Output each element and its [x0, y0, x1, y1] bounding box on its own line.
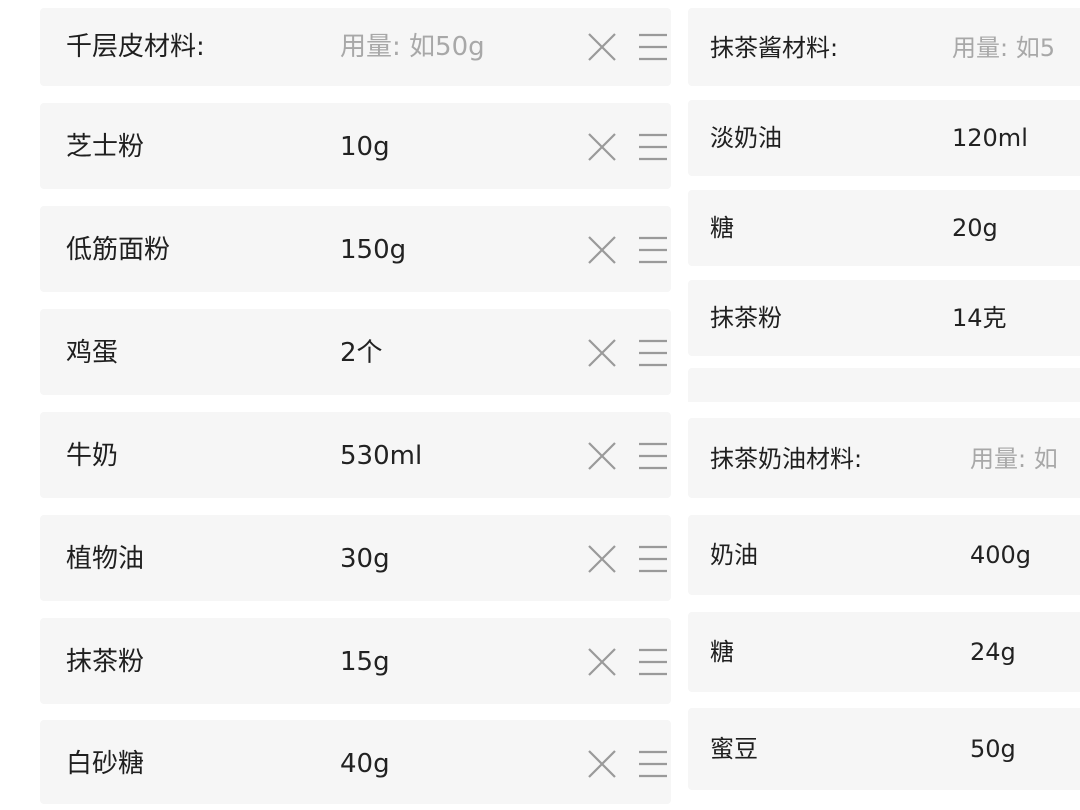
drag-handle-icon[interactable] — [637, 542, 671, 576]
quantity-input-placeholder[interactable]: 用量: 如 — [970, 447, 1058, 471]
clipped-row-background — [688, 368, 1080, 402]
ingredient-quantity-input[interactable]: 2个 — [340, 340, 383, 366]
ingredient-quantity-input[interactable]: 30g — [340, 546, 390, 572]
close-icon[interactable] — [585, 645, 619, 679]
ingredient-quantity-input[interactable]: 14克 — [952, 306, 1007, 330]
ingredient-row: 糖 20g — [688, 190, 1080, 266]
ingredient-quantity-input[interactable]: 150g — [340, 237, 406, 263]
ingredient-row: 奶油 400g — [688, 515, 1080, 595]
drag-handle-icon[interactable] — [637, 130, 671, 164]
close-icon[interactable] — [585, 439, 619, 473]
ingredient-group-header-row: 千层皮材料: 用量: 如50g — [40, 8, 671, 86]
group-name-input[interactable]: 抹茶奶油材料: — [710, 447, 862, 471]
ingredient-name-input[interactable]: 蜜豆 — [710, 737, 758, 761]
ingredient-quantity-input[interactable]: 400g — [970, 543, 1031, 567]
ingredient-quantity-input[interactable]: 40g — [340, 751, 390, 777]
right-ingredient-groups: 抹茶酱材料: 用量: 如5 淡奶油 120ml 糖 20g 抹茶粉 14克 抹茶… — [688, 0, 1080, 810]
ingredient-quantity-input[interactable]: 20g — [952, 216, 998, 240]
ingredient-row: 芝士粉 10g — [40, 103, 671, 189]
ingredient-row: 鸡蛋 2个 — [40, 309, 671, 395]
ingredient-row: 糖 24g — [688, 612, 1080, 692]
ingredient-group-header-row: 抹茶酱材料: 用量: 如5 — [688, 8, 1080, 86]
quantity-input-placeholder[interactable]: 用量: 如50g — [340, 34, 485, 60]
quantity-input-placeholder[interactable]: 用量: 如5 — [952, 36, 1055, 60]
ingredient-name-input[interactable]: 糖 — [710, 216, 734, 240]
close-icon[interactable] — [585, 542, 619, 576]
close-icon[interactable] — [585, 233, 619, 267]
ingredient-row: 淡奶油 120ml — [688, 100, 1080, 176]
clipped-ingredient-group-header — [688, 368, 1080, 402]
group-name-input[interactable]: 抹茶酱材料: — [710, 36, 838, 60]
ingredient-row: 牛奶 530ml — [40, 412, 671, 498]
ingredient-name-input[interactable]: 抹茶粉 — [710, 306, 782, 330]
ingredient-quantity-input[interactable]: 120ml — [952, 126, 1028, 150]
ingredient-row: 抹茶粉 15g — [40, 618, 671, 704]
ingredient-quantity-input[interactable]: 15g — [340, 649, 390, 675]
close-icon[interactable] — [585, 747, 619, 781]
ingredient-name-input[interactable]: 糖 — [710, 640, 734, 664]
ingredient-quantity-input[interactable]: 24g — [970, 640, 1016, 664]
ingredient-quantity-input[interactable]: 10g — [340, 134, 390, 160]
close-icon[interactable] — [585, 130, 619, 164]
drag-handle-icon[interactable] — [637, 30, 671, 64]
drag-handle-icon[interactable] — [637, 645, 671, 679]
ingredient-name-input[interactable]: 植物油 — [66, 546, 144, 572]
ingredient-name-input[interactable]: 牛奶 — [66, 443, 118, 469]
drag-handle-icon[interactable] — [637, 336, 671, 370]
ingredient-name-input[interactable]: 白砂糖 — [66, 751, 144, 777]
group-name-input[interactable]: 千层皮材料: — [66, 34, 205, 60]
ingredient-row: 植物油 30g — [40, 515, 671, 601]
ingredient-row: 抹茶粉 14克 — [688, 280, 1080, 356]
ingredient-quantity-input[interactable]: 50g — [970, 737, 1016, 761]
ingredient-row: 低筋面粉 150g — [40, 206, 671, 292]
ingredient-name-input[interactable]: 鸡蛋 — [66, 340, 118, 366]
drag-handle-icon[interactable] — [637, 233, 671, 267]
close-icon[interactable] — [585, 336, 619, 370]
ingredient-row: 蜜豆 50g — [688, 708, 1080, 790]
ingredient-name-input[interactable]: 淡奶油 — [710, 126, 782, 150]
ingredient-group-header-row: 抹茶奶油材料: 用量: 如 — [688, 418, 1080, 498]
ingredient-name-input[interactable]: 芝士粉 — [66, 134, 144, 160]
drag-handle-icon[interactable] — [637, 439, 671, 473]
drag-handle-icon[interactable] — [637, 747, 671, 781]
close-icon[interactable] — [585, 30, 619, 64]
ingredient-name-input[interactable]: 奶油 — [710, 543, 758, 567]
ingredient-row: 白砂糖 40g — [40, 720, 671, 804]
ingredient-name-input[interactable]: 低筋面粉 — [66, 237, 170, 263]
ingredient-quantity-input[interactable]: 530ml — [340, 443, 422, 469]
ingredient-name-input[interactable]: 抹茶粉 — [66, 649, 144, 675]
